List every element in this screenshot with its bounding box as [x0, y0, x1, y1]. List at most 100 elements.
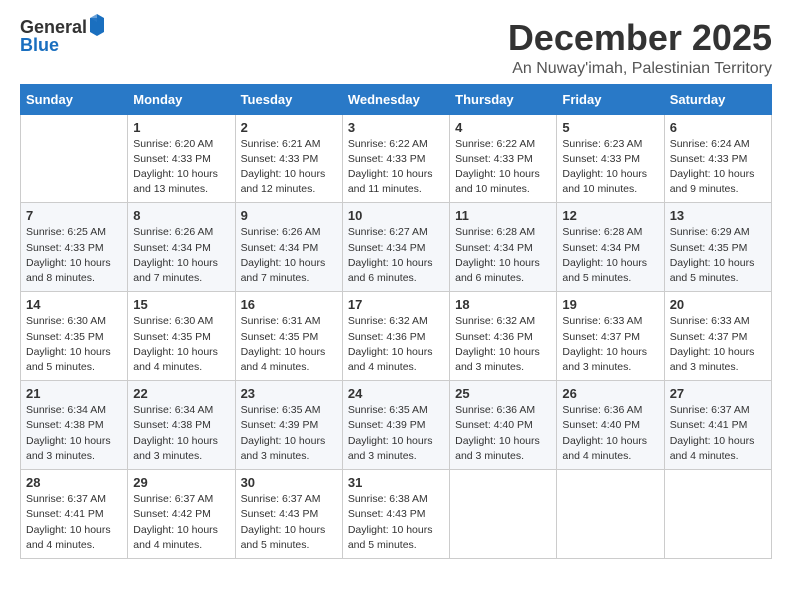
day-number: 8	[133, 208, 229, 223]
day-number: 25	[455, 386, 551, 401]
day-info: Sunrise: 6:33 AMSunset: 4:37 PMDaylight:…	[562, 314, 658, 375]
day-number: 14	[26, 297, 122, 312]
day-info: Sunrise: 6:27 AMSunset: 4:34 PMDaylight:…	[348, 225, 444, 286]
day-info: Sunrise: 6:33 AMSunset: 4:37 PMDaylight:…	[670, 314, 766, 375]
day-number: 31	[348, 475, 444, 490]
day-number: 7	[26, 208, 122, 223]
calendar-cell: 9 Sunrise: 6:26 AMSunset: 4:34 PMDaylight…	[235, 203, 342, 292]
calendar-cell: 31 Sunrise: 6:38 AMSunset: 4:43 PMDayligh…	[342, 470, 449, 559]
calendar-body: 1Sunrise: 6:20 AMSunset: 4:33 PMDaylight…	[21, 114, 772, 558]
day-info: Sunrise: 6:22 AMSunset: 4:33 PMDaylight:…	[455, 137, 551, 198]
day-info: Sunrise: 6:37 AMSunset: 4:41 PMDaylight:…	[26, 492, 122, 553]
calendar-cell: 16Sunrise: 6:31 AMSunset: 4:35 PMDayligh…	[235, 292, 342, 381]
day-info: Sunrise: 6:30 AMSunset: 4:35 PMDaylight:…	[133, 314, 229, 375]
calendar-cell: 14 Sunrise: 6:30 AMSunset: 4:35 PMDayligh…	[21, 292, 128, 381]
calendar-cell: 5 Sunrise: 6:23 AMSunset: 4:33 PMDaylight…	[557, 114, 664, 203]
day-number: 5	[562, 120, 658, 135]
calendar-cell: 2Sunrise: 6:21 AMSunset: 4:33 PMDaylight…	[235, 114, 342, 203]
day-number: 29	[133, 475, 229, 490]
day-info: Sunrise: 6:30 AMSunset: 4:35 PMDaylight:…	[26, 314, 122, 375]
calendar-header-monday: Monday	[128, 84, 235, 114]
day-number: 10	[348, 208, 444, 223]
day-info: Sunrise: 6:28 AMSunset: 4:34 PMDaylight:…	[562, 225, 658, 286]
day-number: 3	[348, 120, 444, 135]
calendar-cell: 21 Sunrise: 6:34 AMSunset: 4:38 PMDayligh…	[21, 381, 128, 470]
day-number: 27	[670, 386, 766, 401]
title-area: December 2025 An Nuway'imah, Palestinian…	[508, 18, 772, 78]
calendar-week-row: 1Sunrise: 6:20 AMSunset: 4:33 PMDaylight…	[21, 114, 772, 203]
day-info: Sunrise: 6:23 AMSunset: 4:33 PMDaylight:…	[562, 137, 658, 198]
day-number: 9	[241, 208, 337, 223]
day-number: 24	[348, 386, 444, 401]
day-number: 4	[455, 120, 551, 135]
logo-blue: Blue	[20, 36, 59, 54]
calendar-cell	[21, 114, 128, 203]
day-info: Sunrise: 6:35 AMSunset: 4:39 PMDaylight:…	[348, 403, 444, 464]
calendar-cell: 28Sunrise: 6:37 AMSunset: 4:41 PMDayligh…	[21, 470, 128, 559]
calendar-cell: 30 Sunrise: 6:37 AMSunset: 4:43 PMDayligh…	[235, 470, 342, 559]
calendar-cell: 23Sunrise: 6:35 AMSunset: 4:39 PMDayligh…	[235, 381, 342, 470]
day-info: Sunrise: 6:31 AMSunset: 4:35 PMDaylight:…	[241, 314, 337, 375]
calendar-cell: 29 Sunrise: 6:37 AMSunset: 4:42 PMDayligh…	[128, 470, 235, 559]
day-number: 30	[241, 475, 337, 490]
calendar-header-wednesday: Wednesday	[342, 84, 449, 114]
calendar-header-tuesday: Tuesday	[235, 84, 342, 114]
calendar-cell: 22Sunrise: 6:34 AMSunset: 4:38 PMDayligh…	[128, 381, 235, 470]
day-info: Sunrise: 6:26 AMSunset: 4:34 PMDaylight:…	[133, 225, 229, 286]
calendar-cell	[557, 470, 664, 559]
logo-general: General	[20, 18, 87, 36]
day-info: Sunrise: 6:35 AMSunset: 4:39 PMDaylight:…	[241, 403, 337, 464]
day-info: Sunrise: 6:29 AMSunset: 4:35 PMDaylight:…	[670, 225, 766, 286]
logo: General Blue	[20, 18, 106, 54]
calendar-cell: 6Sunrise: 6:24 AMSunset: 4:33 PMDaylight…	[664, 114, 771, 203]
calendar-week-row: 21 Sunrise: 6:34 AMSunset: 4:38 PMDayligh…	[21, 381, 772, 470]
calendar-cell: 15 Sunrise: 6:30 AMSunset: 4:35 PMDayligh…	[128, 292, 235, 381]
calendar-cell: 17Sunrise: 6:32 AMSunset: 4:36 PMDayligh…	[342, 292, 449, 381]
day-number: 20	[670, 297, 766, 312]
calendar-header-sunday: Sunday	[21, 84, 128, 114]
day-number: 12	[562, 208, 658, 223]
calendar-cell	[450, 470, 557, 559]
calendar-cell	[664, 470, 771, 559]
day-number: 19	[562, 297, 658, 312]
day-number: 18	[455, 297, 551, 312]
calendar-cell: 1Sunrise: 6:20 AMSunset: 4:33 PMDaylight…	[128, 114, 235, 203]
calendar-cell: 4 Sunrise: 6:22 AMSunset: 4:33 PMDaylight…	[450, 114, 557, 203]
day-info: Sunrise: 6:38 AMSunset: 4:43 PMDaylight:…	[348, 492, 444, 553]
day-number: 17	[348, 297, 444, 312]
day-number: 2	[241, 120, 337, 135]
calendar-cell: 3Sunrise: 6:22 AMSunset: 4:33 PMDaylight…	[342, 114, 449, 203]
day-info: Sunrise: 6:32 AMSunset: 4:36 PMDaylight:…	[455, 314, 551, 375]
calendar-week-row: 14 Sunrise: 6:30 AMSunset: 4:35 PMDayligh…	[21, 292, 772, 381]
calendar-cell: 19 Sunrise: 6:33 AMSunset: 4:37 PMDayligh…	[557, 292, 664, 381]
calendar-cell: 24 Sunrise: 6:35 AMSunset: 4:39 PMDayligh…	[342, 381, 449, 470]
calendar-table: SundayMondayTuesdayWednesdayThursdayFrid…	[20, 84, 772, 559]
calendar-header-row: SundayMondayTuesdayWednesdayThursdayFrid…	[21, 84, 772, 114]
calendar-week-row: 28Sunrise: 6:37 AMSunset: 4:41 PMDayligh…	[21, 470, 772, 559]
day-info: Sunrise: 6:26 AMSunset: 4:34 PMDaylight:…	[241, 225, 337, 286]
calendar-header-friday: Friday	[557, 84, 664, 114]
day-number: 13	[670, 208, 766, 223]
day-info: Sunrise: 6:28 AMSunset: 4:34 PMDaylight:…	[455, 225, 551, 286]
day-info: Sunrise: 6:37 AMSunset: 4:42 PMDaylight:…	[133, 492, 229, 553]
calendar-cell: 26Sunrise: 6:36 AMSunset: 4:40 PMDayligh…	[557, 381, 664, 470]
day-number: 11	[455, 208, 551, 223]
calendar-cell: 25Sunrise: 6:36 AMSunset: 4:40 PMDayligh…	[450, 381, 557, 470]
calendar-header-thursday: Thursday	[450, 84, 557, 114]
day-number: 6	[670, 120, 766, 135]
day-info: Sunrise: 6:37 AMSunset: 4:43 PMDaylight:…	[241, 492, 337, 553]
header: General Blue December 2025 An Nuway'imah…	[20, 18, 772, 78]
calendar-header-saturday: Saturday	[664, 84, 771, 114]
calendar-cell: 10 Sunrise: 6:27 AMSunset: 4:34 PMDayligh…	[342, 203, 449, 292]
calendar-cell: 12 Sunrise: 6:28 AMSunset: 4:34 PMDayligh…	[557, 203, 664, 292]
day-number: 21	[26, 386, 122, 401]
calendar-title: December 2025	[508, 18, 772, 58]
calendar-cell: 7Sunrise: 6:25 AMSunset: 4:33 PMDaylight…	[21, 203, 128, 292]
day-number: 15	[133, 297, 229, 312]
logo-icon	[88, 14, 106, 36]
calendar-cell: 13 Sunrise: 6:29 AMSunset: 4:35 PMDayligh…	[664, 203, 771, 292]
calendar-cell: 20 Sunrise: 6:33 AMSunset: 4:37 PMDayligh…	[664, 292, 771, 381]
day-info: Sunrise: 6:34 AMSunset: 4:38 PMDaylight:…	[26, 403, 122, 464]
day-info: Sunrise: 6:20 AMSunset: 4:33 PMDaylight:…	[133, 137, 229, 198]
calendar-cell: 27Sunrise: 6:37 AMSunset: 4:41 PMDayligh…	[664, 381, 771, 470]
